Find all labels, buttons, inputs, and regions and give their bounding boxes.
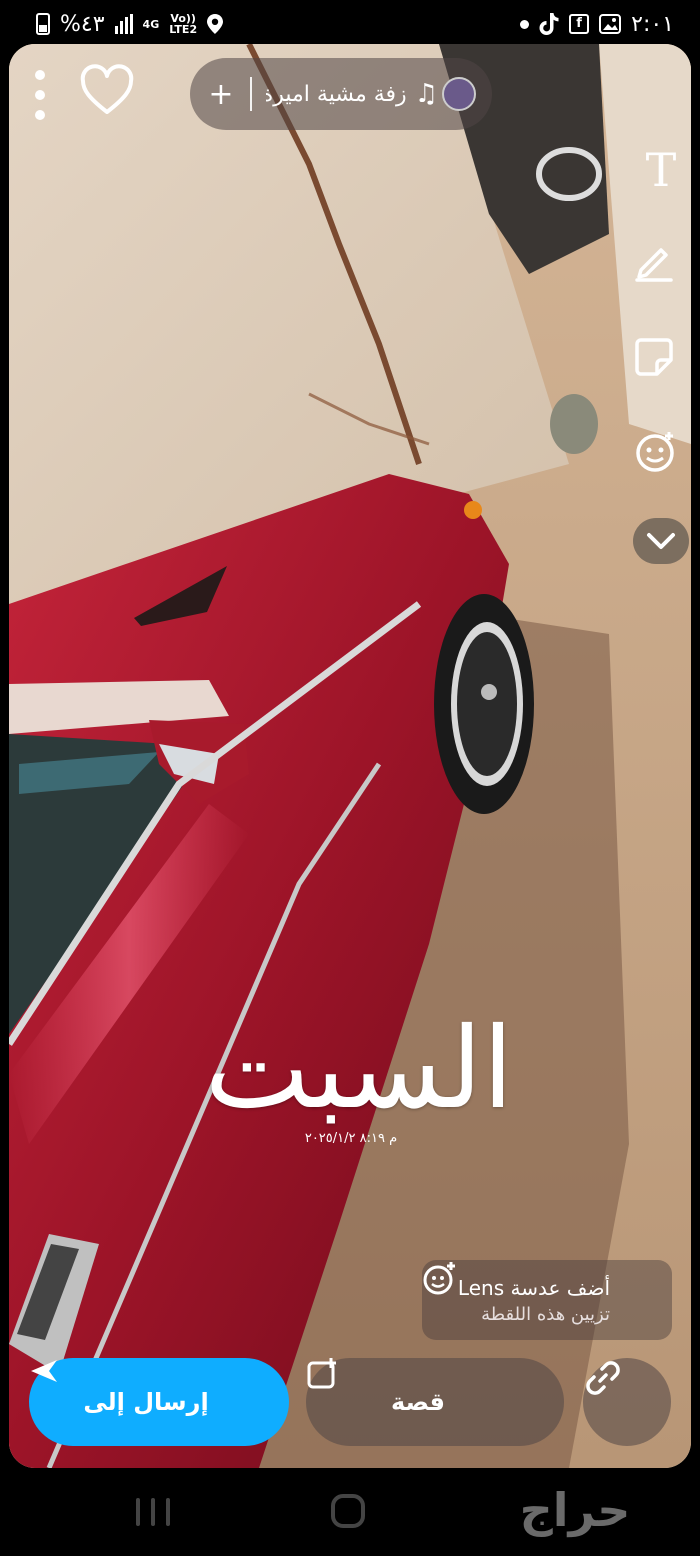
sound-divider [250, 77, 252, 111]
notification-dot-icon [520, 19, 530, 29]
haraj-watermark: حراج [470, 1482, 680, 1542]
watermark-text: حراج [520, 1483, 631, 1537]
lens-subtitle: تزيين هذه اللقطة [481, 1303, 610, 1325]
battery-icon [36, 13, 50, 35]
attach-link-button[interactable] [583, 1358, 671, 1446]
snap-preview[interactable]: + زفة مشية اميرة - مص.. ♫ T السبت م ٨:١٩… [9, 44, 691, 1468]
network-type: 4G [142, 17, 160, 31]
add-lens-icon [423, 1262, 658, 1318]
gallery-icon [599, 14, 622, 34]
status-right: f ٢:٠١ [520, 12, 674, 37]
lens-emoji-icon[interactable] [633, 430, 689, 486]
signal-icon [114, 14, 133, 34]
add-lens-card[interactable]: أضف عدسة Lens تزيين هذه اللقطة [422, 1260, 672, 1340]
heart-icon[interactable] [79, 64, 135, 120]
sound-pill[interactable]: + زفة مشية اميرة - مص.. ♫ [190, 58, 492, 130]
send-label: إرسال إلى [83, 1388, 209, 1416]
more-tools-chevron-icon[interactable] [633, 518, 689, 564]
navigation-bar: حراج [0, 1468, 700, 1556]
sound-avatar [442, 77, 476, 111]
recent-apps-icon[interactable] [136, 1498, 170, 1526]
more-options-icon[interactable] [31, 70, 49, 120]
music-note-icon: ♫ [414, 79, 438, 109]
location-icon [207, 14, 224, 34]
sound-title: زفة مشية اميرة - مص.. [266, 81, 407, 107]
lens-text: أضف عدسة Lens تزيين هذه اللقطة [436, 1276, 610, 1325]
status-left: %٤٣ 4G Vo)) LTE2 [36, 11, 224, 37]
volte-indicator: Vo)) LTE2 [169, 12, 198, 36]
add-sound-button[interactable]: + [206, 77, 236, 112]
story-button[interactable]: قصة [306, 1358, 564, 1446]
day-caption[interactable]: السبت [169, 1004, 549, 1134]
text-tool-button[interactable]: T [633, 142, 689, 198]
pencil-icon[interactable] [633, 240, 689, 296]
send-to-button[interactable]: إرسال إلى [29, 1358, 289, 1446]
photo-car-background [9, 44, 691, 1468]
battery-level: %٤٣ [60, 11, 105, 37]
sticker-icon[interactable] [633, 336, 689, 392]
facebook-icon: f [569, 14, 590, 34]
story-label: قصة [391, 1388, 445, 1416]
tiktok-icon [539, 13, 559, 35]
date-caption: م ٨:١٩ ٢٠٢٥/١/٢ [304, 1131, 398, 1146]
lens-title: أضف عدسة Lens [457, 1275, 610, 1300]
status-bar: %٤٣ 4G Vo)) LTE2 f ٢:٠١ [0, 0, 700, 48]
home-icon[interactable] [331, 1494, 365, 1528]
clock: ٢:٠١ [631, 11, 674, 37]
